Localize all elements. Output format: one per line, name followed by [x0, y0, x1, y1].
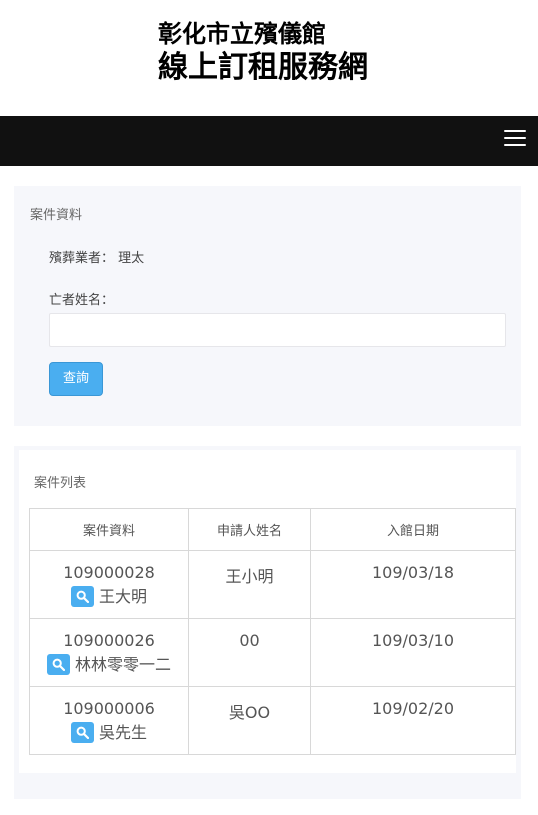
- case-number: 109000026: [63, 631, 155, 650]
- column-header-case: 案件資料: [29, 508, 189, 551]
- column-header-date: 入館日期: [310, 508, 516, 551]
- case-cell: 109000026 林林零零一二: [29, 618, 189, 687]
- company-field: 殯葬業者： 理太: [49, 247, 144, 266]
- applicant-cell: 00: [188, 618, 311, 687]
- case-list-table: 案件資料 申請人姓名 入館日期 109000028 王大明 王小明 109/03…: [29, 508, 516, 755]
- table-row: 109000006 吳先生 吳OO 109/02/20: [29, 686, 516, 755]
- search-icon[interactable]: [70, 722, 94, 743]
- case-cell: 109000028 王大明: [29, 550, 189, 619]
- site-title-line2: 線上訂租服務網: [158, 50, 368, 85]
- site-logo[interactable]: 彰化市立殯儀館 線上訂租服務網: [158, 18, 368, 86]
- case-name-line: 王大明: [70, 586, 147, 607]
- table-header-row: 案件資料 申請人姓名 入館日期: [29, 508, 516, 551]
- table-row: 109000028 王大明 王小明 109/03/18: [29, 550, 516, 619]
- date-cell: 109/02/20: [310, 686, 516, 755]
- deceased-name: 林林零零一二: [74, 654, 171, 674]
- case-number: 109000028: [63, 563, 155, 582]
- deceased-name: 吳先生: [98, 722, 147, 742]
- site-header: 彰化市立殯儀館 線上訂租服務網: [0, 0, 538, 116]
- company-value: 理太: [118, 251, 145, 266]
- deceased-name: 王大明: [98, 586, 147, 606]
- search-icon[interactable]: [46, 654, 70, 675]
- case-list-title: 案件列表: [34, 476, 87, 491]
- hamburger-menu-icon[interactable]: [504, 130, 526, 148]
- case-list-card: 案件列表 案件資料 申請人姓名 入館日期 109000028 王大明 王小明 1…: [19, 450, 516, 773]
- case-name-line: 林林零零一二: [46, 654, 171, 675]
- column-header-applicant: 申請人姓名: [188, 508, 311, 551]
- case-name-line: 吳先生: [70, 722, 147, 743]
- applicant-cell: 吳OO: [188, 686, 311, 755]
- query-button[interactable]: 查詢: [49, 362, 103, 396]
- table-row: 109000026 林林零零一二 00 109/03/10: [29, 618, 516, 687]
- case-info-panel: 案件資料 殯葬業者： 理太 亡者姓名： 查詢: [14, 186, 521, 426]
- case-list-panel: 案件列表 案件資料 申請人姓名 入館日期 109000028 王大明 王小明 1…: [14, 446, 521, 799]
- case-cell: 109000006 吳先生: [29, 686, 189, 755]
- search-icon[interactable]: [70, 586, 94, 607]
- company-label: 殯葬業者：: [49, 251, 115, 266]
- applicant-cell: 王小明: [188, 550, 311, 619]
- site-title-line1: 彰化市立殯儀館: [158, 20, 326, 48]
- date-cell: 109/03/18: [310, 550, 516, 619]
- deceased-name-label: 亡者姓名：: [49, 293, 115, 308]
- date-cell: 109/03/10: [310, 618, 516, 687]
- deceased-name-input[interactable]: [49, 313, 506, 347]
- top-navbar: [0, 116, 538, 166]
- case-info-title: 案件資料: [30, 208, 83, 223]
- case-number: 109000006: [63, 699, 155, 718]
